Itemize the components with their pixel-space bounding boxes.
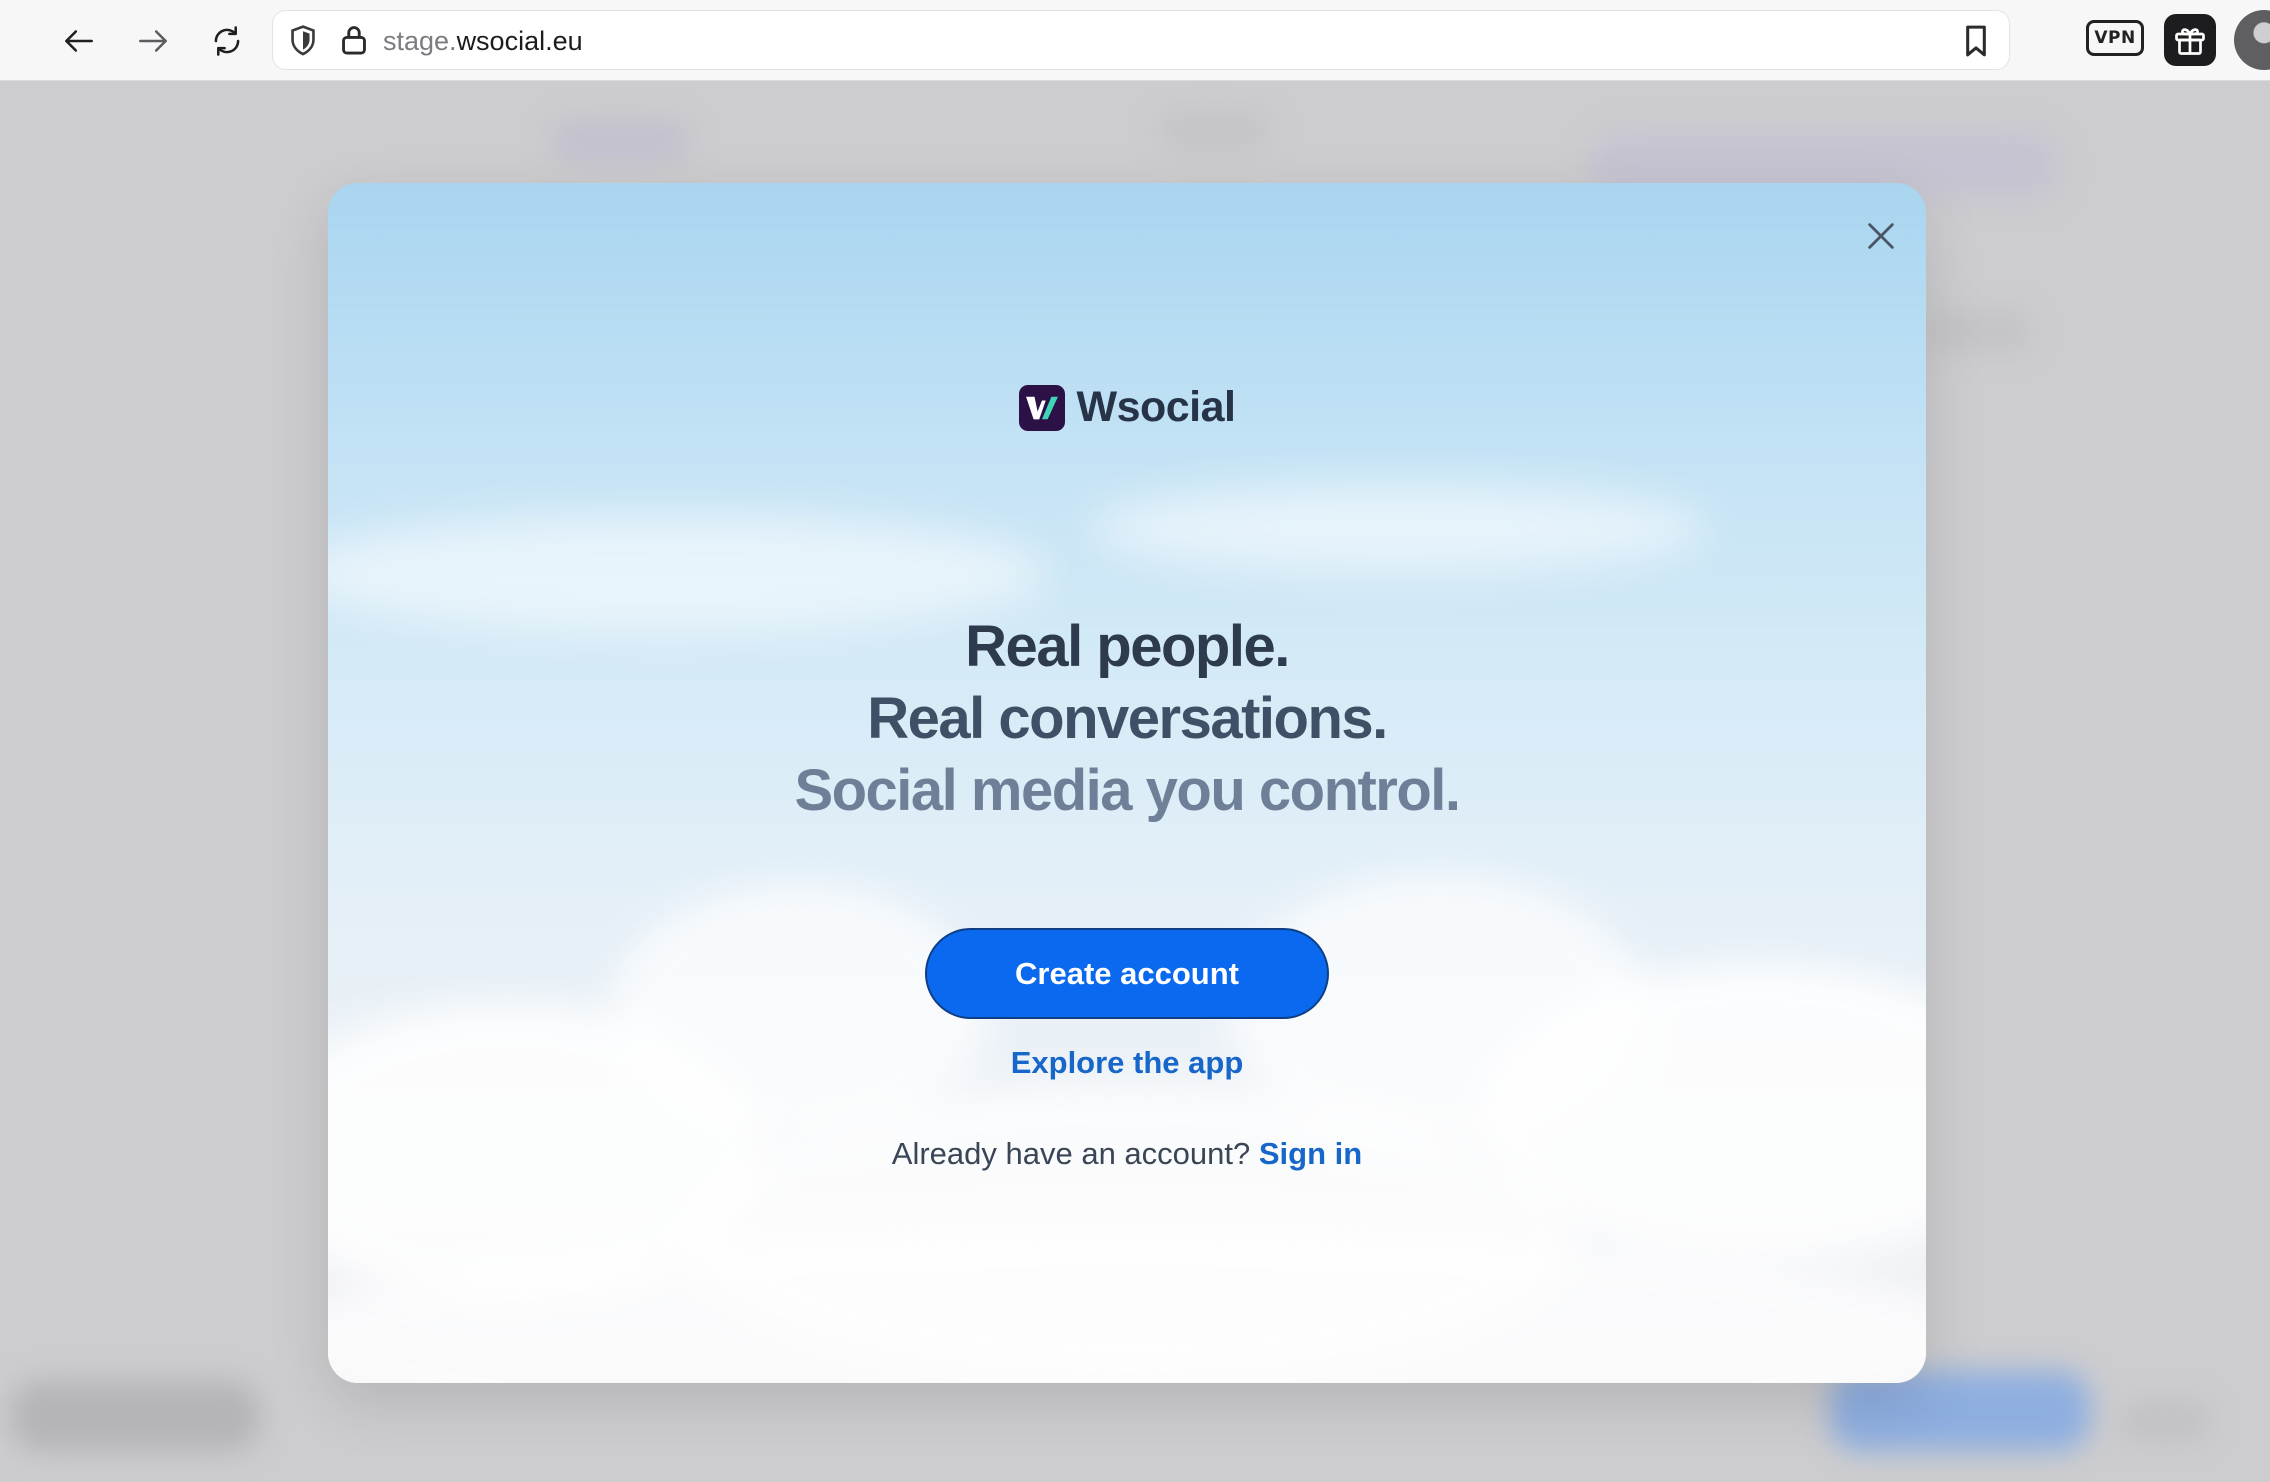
gift-button[interactable] (2164, 14, 2216, 66)
url-domain: wsocial.eu (456, 26, 583, 56)
wsocial-logo (1018, 384, 1065, 431)
profile-avatar[interactable] (2234, 10, 2270, 70)
forward-button[interactable] (128, 16, 178, 66)
browser-toolbar: stage.wsocial.eu VPN (0, 0, 2270, 81)
lock-icon[interactable] (339, 23, 369, 57)
explore-app-link[interactable]: Explore the app (328, 1045, 1926, 1081)
headline-line-1: Real people. (965, 614, 1290, 679)
signin-prompt: Already have an account? Sign in (328, 1136, 1926, 1172)
gift-icon (2175, 28, 2205, 55)
close-button[interactable] (1854, 209, 1908, 263)
url-text[interactable]: stage.wsocial.eu (383, 25, 583, 57)
reload-button[interactable] (202, 16, 252, 66)
headline: Real people. Real conversations. Social … (328, 611, 1926, 827)
brand-name: Wsocial (1076, 383, 1237, 431)
vpn-button[interactable]: VPN (2086, 20, 2144, 56)
address-bar[interactable]: stage.wsocial.eu (272, 10, 2010, 70)
headline-line-2: Real conversations. (867, 686, 1388, 751)
sign-in-link[interactable]: Sign in (1259, 1136, 1362, 1171)
create-account-button[interactable]: Create account (925, 928, 1329, 1019)
headline-line-3: Social media you control. (794, 758, 1461, 823)
url-subdomain: stage. (383, 26, 457, 56)
close-icon (1868, 223, 1894, 249)
shield-icon[interactable] (287, 24, 319, 58)
signup-modal: Wsocial Real people. Real conversations.… (328, 183, 1926, 1383)
reload-icon (214, 26, 240, 56)
back-arrow-icon (65, 30, 93, 52)
back-button[interactable] (54, 16, 104, 66)
forward-arrow-icon (139, 30, 167, 52)
bookmark-icon[interactable] (1961, 23, 1991, 59)
signin-prompt-text: Already have an account? (891, 1136, 1251, 1171)
brand: Wsocial (328, 383, 1926, 432)
